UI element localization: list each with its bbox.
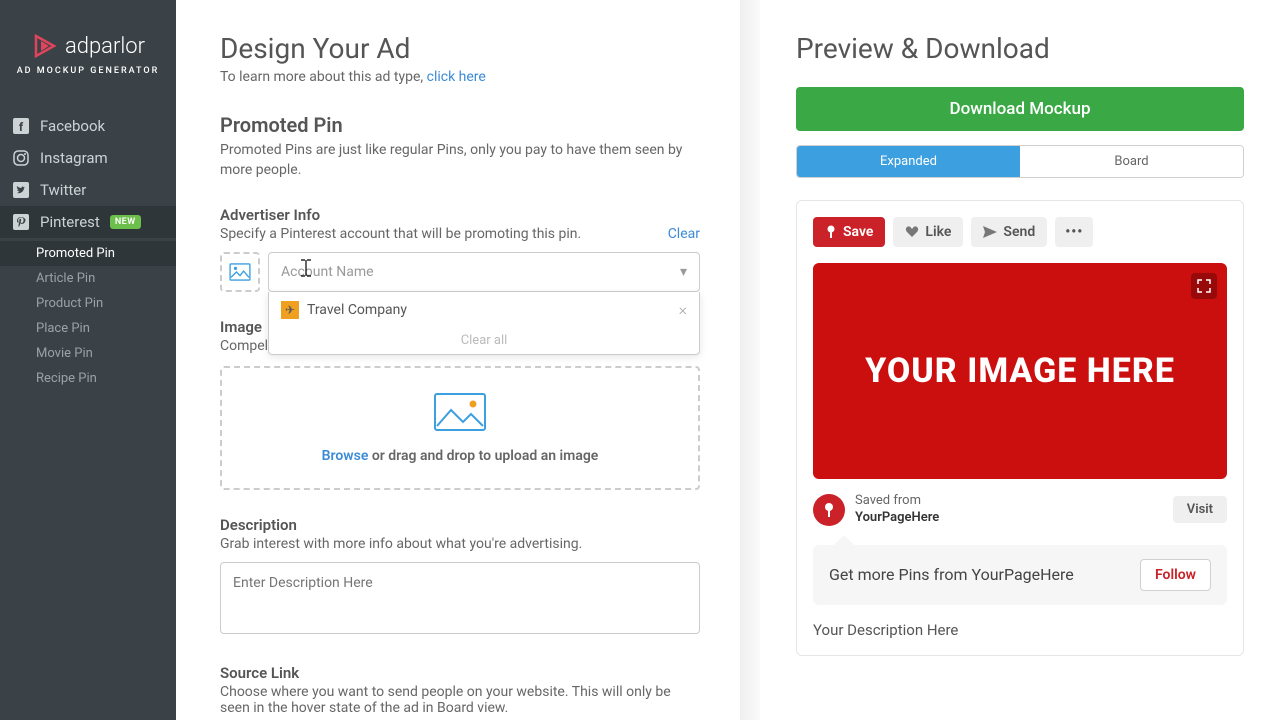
image-placeholder-icon — [433, 392, 487, 432]
nav-label: Pinterest — [40, 213, 100, 231]
send-icon — [983, 226, 997, 238]
facebook-icon: f — [12, 117, 30, 135]
description-preview: Your Description Here — [813, 621, 1227, 639]
pinterest-icon — [12, 213, 30, 231]
heart-icon — [905, 226, 919, 238]
pin-actions: Save Like Send ••• — [813, 217, 1227, 247]
account-dropdown: ✈ Travel Company × Clear all — [268, 292, 700, 355]
brand-tagline: AD MOCKUP GENERATOR — [16, 66, 160, 76]
source-heading: Source Link — [220, 664, 700, 682]
learn-more-link[interactable]: click here — [427, 69, 486, 85]
page-subtitle: To learn more about this ad type, click … — [220, 69, 700, 85]
preview-panel: Preview & Download Download Mockup Expan… — [760, 0, 1280, 720]
pinterest-subnav: Promoted Pin Article Pin Product Pin Pla… — [0, 238, 176, 394]
pin-icon — [825, 225, 837, 239]
advertiser-heading: Advertiser Info — [220, 206, 700, 224]
subnav-movie-pin[interactable]: Movie Pin — [0, 341, 176, 366]
source-hint: Choose where you want to send people on … — [220, 684, 700, 716]
saved-from-row: Saved fromYourPageHere Visit — [813, 493, 1227, 527]
view-toggle: Expanded Board — [796, 145, 1244, 178]
main-nav: f Facebook Instagram Twitter Pinterest N… — [0, 110, 176, 394]
browse-link[interactable]: Browse — [322, 448, 369, 464]
clear-all-button[interactable]: Clear all — [269, 327, 699, 354]
toggle-board[interactable]: Board — [1020, 146, 1243, 177]
dropzone-text: Browse or drag and drop to upload an ima… — [246, 448, 674, 464]
pin-like-button[interactable]: Like — [893, 217, 963, 247]
dropdown-option-travel[interactable]: ✈ Travel Company × — [269, 292, 699, 327]
brand-name: adparlor — [65, 34, 145, 59]
visit-button[interactable]: Visit — [1173, 496, 1227, 523]
preview-title: Preview & Download — [796, 32, 1244, 65]
follow-callout: Get more Pins from YourPageHere Follow — [813, 545, 1227, 605]
saved-text: Saved fromYourPageHere — [855, 493, 939, 527]
pin-image-placeholder: YOUR IMAGE HERE — [813, 263, 1227, 479]
nav-pinterest[interactable]: Pinterest NEW — [0, 206, 176, 238]
description-input[interactable] — [220, 562, 700, 634]
subnav-place-pin[interactable]: Place Pin — [0, 316, 176, 341]
chevron-down-icon: ▾ — [680, 264, 687, 280]
page-title: Design Your Ad — [220, 32, 700, 65]
svg-text:f: f — [19, 120, 24, 134]
nav-twitter[interactable]: Twitter — [0, 174, 176, 206]
new-badge: NEW — [110, 215, 141, 229]
select-placeholder: Account Name — [281, 264, 374, 280]
advertiser-hint: Specify a Pinterest account that will be… — [220, 226, 700, 242]
subnav-recipe-pin[interactable]: Recipe Pin — [0, 366, 176, 391]
pin-image-text: YOUR IMAGE HERE — [865, 351, 1175, 392]
follow-text: Get more Pins from YourPageHere — [829, 565, 1074, 584]
download-button[interactable]: Download Mockup — [796, 87, 1244, 131]
toggle-expanded[interactable]: Expanded — [797, 146, 1020, 177]
nav-label: Instagram — [40, 149, 108, 167]
form-panel: Design Your Ad To learn more about this … — [176, 0, 740, 720]
brand-logo: adparlor AD MOCKUP GENERATOR — [0, 0, 176, 86]
nav-facebook[interactable]: f Facebook — [0, 110, 176, 142]
nav-label: Twitter — [40, 181, 86, 199]
nav-instagram[interactable]: Instagram — [0, 142, 176, 174]
pin-save-button[interactable]: Save — [813, 217, 885, 247]
advertiser-image-upload[interactable] — [220, 252, 260, 292]
nav-label: Facebook — [40, 117, 105, 135]
dropdown-option-label: Travel Company — [307, 302, 407, 318]
avatar — [813, 494, 845, 526]
pin-icon — [822, 502, 836, 518]
instagram-icon — [12, 149, 30, 167]
subnav-promoted-pin[interactable]: Promoted Pin — [0, 241, 176, 266]
subnav-product-pin[interactable]: Product Pin — [0, 291, 176, 316]
description-hint: Grab interest with more info about what … — [220, 536, 700, 552]
clear-advertiser-link[interactable]: Clear — [668, 226, 700, 242]
pin-more-button[interactable]: ••• — [1055, 217, 1093, 247]
image-dropzone[interactable]: Browse or drag and drop to upload an ima… — [220, 366, 700, 490]
airplane-icon: ✈ — [281, 301, 299, 319]
sidebar: adparlor AD MOCKUP GENERATOR f Facebook … — [0, 0, 176, 720]
logo-icon — [31, 32, 59, 60]
dots-icon: ••• — [1065, 224, 1083, 240]
pin-send-button[interactable]: Send — [971, 217, 1047, 247]
pin-preview-card: Save Like Send ••• YOUR IMAGE HERE Saved… — [796, 200, 1244, 656]
subnav-article-pin[interactable]: Article Pin — [0, 266, 176, 291]
description-heading: Description — [220, 516, 700, 534]
section-description: Promoted Pins are just like regular Pins… — [220, 141, 700, 180]
page-name: YourPageHere — [855, 510, 939, 525]
account-name-select[interactable]: Account Name ▾ — [268, 252, 700, 292]
remove-option-icon[interactable]: × — [679, 300, 687, 319]
twitter-icon — [12, 181, 30, 199]
panel-divider — [740, 0, 760, 720]
follow-button[interactable]: Follow — [1140, 559, 1211, 591]
expand-icon[interactable] — [1191, 273, 1217, 299]
section-heading: Promoted Pin — [220, 113, 700, 137]
